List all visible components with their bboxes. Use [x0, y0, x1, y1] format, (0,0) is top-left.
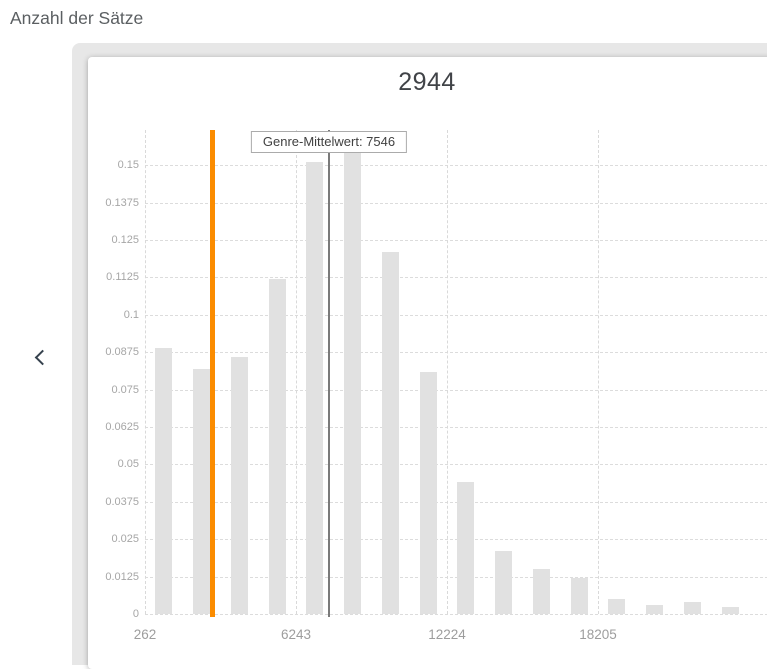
x-axis-tick-label: 262	[105, 627, 185, 642]
histogram-bar	[722, 607, 739, 614]
y-axis-tick-label: 0.0875	[89, 345, 139, 359]
mean-line	[328, 130, 330, 617]
y-gridline	[145, 203, 767, 204]
y-gridline	[145, 352, 767, 353]
histogram-bar	[231, 357, 248, 614]
x-gridline	[296, 130, 297, 614]
y-axis-tick-label: 0.0125	[89, 570, 139, 584]
histogram-bar	[420, 372, 437, 614]
y-gridline	[145, 277, 767, 278]
y-axis-tick-label: 0.125	[89, 233, 139, 247]
y-gridline	[145, 165, 767, 166]
y-gridline	[145, 614, 767, 615]
y-axis-tick-label: 0.1125	[89, 270, 139, 284]
chart-card: 2944 00.01250.0250.03750.050.06250.0750.…	[88, 57, 767, 669]
histogram-bar	[382, 252, 399, 614]
histogram-bar	[344, 150, 361, 614]
y-gridline	[145, 240, 767, 241]
y-axis-tick-label: 0.075	[89, 383, 139, 397]
histogram-bar	[457, 482, 474, 614]
highlight-line	[210, 130, 215, 617]
x-gridline	[447, 130, 448, 614]
histogram-bar	[193, 369, 210, 614]
histogram-bar	[646, 605, 663, 614]
y-axis-tick-label: 0.05	[89, 457, 139, 471]
y-axis-tick-label: 0.1375	[89, 196, 139, 210]
histogram-bar	[495, 551, 512, 614]
x-axis-tick-label: 12224	[407, 627, 487, 642]
y-axis-tick-label: 0.025	[89, 532, 139, 546]
histogram-bar	[306, 162, 323, 614]
mean-value-tooltip: Genre-Mittelwert: 7546	[251, 131, 407, 153]
chevron-left-icon	[35, 350, 51, 366]
x-axis-tick-label: 18205	[558, 627, 638, 642]
histogram-bar	[269, 279, 286, 614]
x-axis-tick-label: 6243	[256, 627, 336, 642]
y-gridline	[145, 315, 767, 316]
x-gridline	[145, 130, 146, 614]
x-gridline	[598, 130, 599, 614]
histogram-bar	[155, 348, 172, 614]
histogram-bar	[684, 602, 701, 614]
y-axis-tick-label: 0.0625	[89, 420, 139, 434]
y-axis-tick-label: 0.1	[89, 308, 139, 322]
y-axis-tick-label: 0.15	[89, 158, 139, 172]
page-title: Anzahl der Sätze	[10, 8, 143, 29]
y-axis-tick-label: 0.0375	[89, 495, 139, 509]
histogram-bar	[571, 578, 588, 614]
y-axis-tick-label: 0	[89, 607, 139, 621]
carousel-prev-button[interactable]	[28, 344, 54, 370]
histogram-bar	[608, 599, 625, 614]
histogram-bar	[533, 569, 550, 614]
histogram-plot: 0 0.0125 0.025 0.0375 0.05 0.0625 0.075 0.0875 0…	[88, 57, 767, 669]
